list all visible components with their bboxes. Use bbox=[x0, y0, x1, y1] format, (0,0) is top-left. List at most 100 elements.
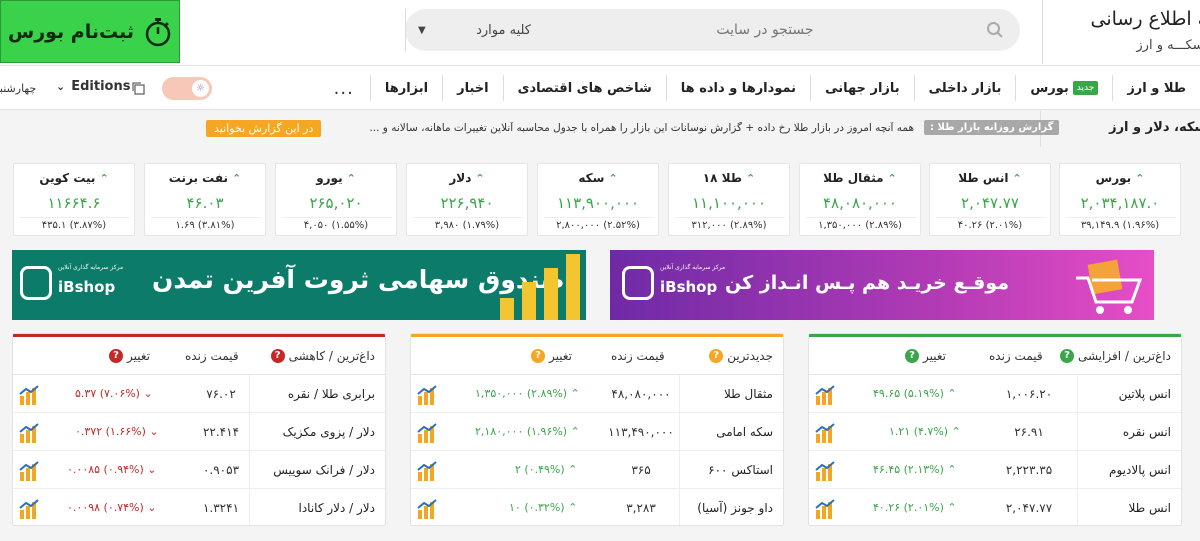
card-name: ⌃سکه bbox=[538, 171, 658, 185]
copy-icon[interactable] bbox=[131, 81, 145, 95]
market-card-brent-oil[interactable]: ⌃نفت برنت ۴۶.۰۳ ۱.۶۹ (۳.۸۱%) bbox=[144, 163, 266, 236]
nav-item-bourse[interactable]: بورس جدید bbox=[1015, 75, 1112, 101]
chart-icon[interactable] bbox=[18, 384, 40, 406]
table-title: داغ‌ترین / افزایشی ? bbox=[1059, 349, 1171, 363]
search-icon[interactable] bbox=[986, 21, 1004, 39]
nav-item-news[interactable]: اخبار bbox=[442, 75, 503, 101]
register-button-label: ثبت‌نام بورس bbox=[7, 20, 134, 43]
row-price: ۷۶.۰۲ bbox=[206, 387, 236, 401]
brand-title[interactable]: شبکه اطلاع رسانی bbox=[1070, 8, 1200, 30]
market-card-euro[interactable]: ⌃یورو ۲۶۵,۰۲۰ ۴,۰۵۰ (۱.۵۵%) bbox=[275, 163, 397, 236]
ticker-text[interactable]: همه آنچه امروز در بازار طلا رخ داده + گز… bbox=[334, 122, 914, 134]
nav-item-global-market[interactable]: بازار جهانی bbox=[810, 75, 914, 101]
bar-chart-graphic bbox=[500, 254, 580, 320]
nav-item-tools[interactable]: ابزارها bbox=[369, 75, 442, 101]
table-row[interactable]: انس طلا ۲,۰۴۷.۷۷ ۴۰.۲۶ (۲.۰۱%) ⌃ bbox=[809, 489, 1181, 525]
row-name: سکه امامی bbox=[679, 413, 783, 451]
nav-item-economic-indicators[interactable]: شاخص های اقتصادی bbox=[502, 75, 666, 101]
theme-toggle[interactable]: ☼ bbox=[162, 77, 212, 100]
chart-icon[interactable] bbox=[814, 384, 836, 406]
market-card-coin[interactable]: ⌃سکه ۱۱۳,۹۰۰,۰۰۰ ۲,۸۰۰,۰۰۰ (۲.۵۲%) bbox=[537, 163, 659, 236]
help-icon[interactable]: ? bbox=[709, 349, 724, 363]
nav-item-gold-currency[interactable]: طلا و ارز bbox=[1112, 75, 1200, 101]
card-change: ۳۱۲,۰۰۰ (۲.۸۹%) bbox=[691, 220, 767, 231]
chart-icon[interactable] bbox=[416, 384, 438, 406]
table-header: جدیدترین ? قیمت زنده تغییر ? bbox=[411, 337, 783, 375]
market-card-dollar[interactable]: ⌃دلار ۲۲۶,۹۴۰ ۳,۹۸۰ (۱.۷۹%) bbox=[406, 163, 528, 236]
chart-icon[interactable] bbox=[416, 460, 438, 482]
card-name: ⌃بورس bbox=[1060, 171, 1180, 185]
table-row[interactable]: دلار / دلار کانادا ۱.۳۲۴۱ ۰.۰۰۹۸ (۰.۷۴%)… bbox=[13, 489, 385, 525]
nav-item-domestic-market[interactable]: بازار داخلی bbox=[913, 75, 1016, 101]
chart-icon[interactable] bbox=[18, 498, 40, 520]
banner-tamadon-fund[interactable]: مرکز سرمایه گذاری آنلاین iBshop صندوق سه… bbox=[12, 250, 586, 320]
table-row[interactable]: داو جونز (آسیا) ۳,۲۸۳ ۱۰ (۰.۳۲%) ⌃ bbox=[411, 489, 783, 525]
help-icon[interactable]: ? bbox=[905, 349, 919, 363]
banner-ibshop-savings[interactable]: مرکز سرمایه گذاری آنلاین iBshop موقـع خر… bbox=[610, 250, 1154, 320]
table-row[interactable]: استاکس ۶۰۰ ۳۶۵ ۲ (۰.۴۹%) ⌃ bbox=[411, 451, 783, 489]
chart-icon[interactable] bbox=[416, 422, 438, 444]
table-row[interactable]: برابری طلا / نقره ۷۶.۰۲ ۵.۳۷ (۷.۰۶%) ⌄ bbox=[13, 375, 385, 413]
col-change-header: تغییر ? bbox=[531, 349, 572, 363]
ticker-read-more-link[interactable]: در این گزارش بخوانید bbox=[206, 120, 322, 137]
card-price: ۲,۰۴۷.۷۷ bbox=[961, 194, 1019, 212]
row-price: ۱,۰۰۶.۲۰ bbox=[1005, 387, 1053, 401]
search-filter-select[interactable]: کلیه موارد ▼ bbox=[405, 9, 543, 51]
chart-icon[interactable] bbox=[814, 422, 836, 444]
card-name: ⌃مثقال طلا bbox=[800, 171, 920, 185]
row-price: ۰.۹۰۵۳ bbox=[202, 463, 240, 477]
brand-divider bbox=[1042, 0, 1043, 64]
chart-icon[interactable] bbox=[814, 498, 836, 520]
nav-more-button[interactable]: ... bbox=[318, 78, 370, 99]
card-change: ۴,۰۵۰ (۱.۵۵%) bbox=[303, 220, 369, 231]
table-row[interactable]: دلار / فرانک سوییس ۰.۹۰۵۳ ۰.۰۰۸۵ (۰.۹۴%)… bbox=[13, 451, 385, 489]
nav-item-label: نمودارها و داده ها bbox=[680, 80, 797, 96]
card-change: ۴۰.۲۶ (۲.۰۱%) bbox=[957, 220, 1023, 231]
ibshop-logo-mark bbox=[20, 266, 52, 300]
arrow-down-icon: ⌄ bbox=[147, 463, 157, 476]
search-input[interactable] bbox=[555, 9, 975, 51]
chart-icon[interactable] bbox=[18, 460, 40, 482]
news-ticker: قیمت سکه، دلار و ارز گزارش روزانه بازار … bbox=[0, 111, 1200, 147]
row-change-text: ۱,۳۵۰,۰۰۰ (۲.۸۹%) bbox=[475, 387, 568, 400]
card-name-text: نفت برنت bbox=[168, 171, 228, 185]
market-card-bitcoin[interactable]: ⌃بیت کوین ۱۱۶۶۴.۶ ۴۳۵.۱ (۳.۸۷%) bbox=[13, 163, 135, 236]
row-change-text: ۰.۳۷۲ (۱.۶۶%) bbox=[75, 425, 146, 438]
chart-icon[interactable] bbox=[814, 460, 836, 482]
help-icon[interactable]: ? bbox=[531, 349, 545, 363]
market-card-gold-mesghal[interactable]: ⌃مثقال طلا ۴۸,۰۸۰,۰۰۰ ۱,۳۵۰,۰۰۰ (۲.۸۹%) bbox=[799, 163, 921, 236]
market-card-gold-18[interactable]: ⌃طلا ۱۸ ۱۱,۱۰۰,۰۰۰ ۳۱۲,۰۰۰ (۲.۸۹%) bbox=[668, 163, 790, 236]
table-losers: داغ‌ترین / کاهشی ? قیمت زنده تغییر ? برا… bbox=[12, 333, 386, 526]
help-icon[interactable]: ? bbox=[270, 349, 285, 363]
nav-item-label: بازار جهانی bbox=[825, 80, 900, 96]
card-price: ۱۱۳,۹۰۰,۰۰۰ bbox=[556, 194, 640, 212]
table-row[interactable]: سکه امامی ۱۱۳,۴۹۰,۰۰۰ ۲,۱۸۰,۰۰۰ (۱.۹۶%) … bbox=[411, 413, 783, 451]
table-gainers: داغ‌ترین / افزایشی ? قیمت زنده تغییر ? ا… bbox=[808, 333, 1182, 526]
market-card-gold-ounce[interactable]: ⌃انس طلا ۲,۰۴۷.۷۷ ۴۰.۲۶ (۲.۰۱%) bbox=[929, 163, 1051, 236]
market-card-bourse[interactable]: ⌃بورس ۲,۰۳۴,۱۸۷.۰ ۳۹,۱۴۹.۹ (۱.۹۶%) bbox=[1059, 163, 1181, 236]
help-icon[interactable]: ? bbox=[109, 349, 123, 363]
arrow-up-icon: ⌃ bbox=[746, 172, 756, 185]
chart-icon[interactable] bbox=[18, 422, 40, 444]
filter-label: کلیه موارد bbox=[476, 22, 531, 38]
help-icon[interactable]: ? bbox=[1059, 349, 1074, 363]
nav-item-charts-data[interactable]: نمودارها و داده ها bbox=[665, 75, 810, 101]
table-row[interactable]: انس نقره ۲۶.۹۱ ۱.۲۱ (۴.۷%) ⌃ bbox=[809, 413, 1181, 451]
card-divider bbox=[806, 217, 916, 218]
table-row[interactable]: مثقال طلا ۴۸,۰۸۰,۰۰۰ ۱,۳۵۰,۰۰۰ (۲.۸۹%) ⌃ bbox=[411, 375, 783, 413]
table-row[interactable]: انس پلاتین ۱,۰۰۶.۲۰ ۴۹.۶۵ (۵.۱۹%) ⌃ bbox=[809, 375, 1181, 413]
card-price: ۲۶۵,۰۲۰ bbox=[309, 194, 363, 212]
row-change-text: ۲ (۰.۴۹%) bbox=[515, 463, 565, 476]
nav-item-label: بازار داخلی bbox=[928, 80, 1002, 96]
chart-icon[interactable] bbox=[416, 498, 438, 520]
card-change: ۱.۶۹ (۳.۸۱%) bbox=[175, 220, 235, 231]
row-change-text: ۱۰ (۰.۳۲%) bbox=[509, 501, 565, 514]
card-price: ۴۸,۰۸۰,۰۰۰ bbox=[823, 194, 897, 212]
arrow-down-icon: ⌄ bbox=[147, 501, 157, 514]
row-change-text: ۲,۱۸۰,۰۰۰ (۱.۹۶%) bbox=[475, 425, 568, 438]
table-row[interactable]: دلار / پزوی مکزیک ۲۲.۴۱۴ ۰.۳۷۲ (۱.۶۶%) ⌄ bbox=[13, 413, 385, 451]
table-row[interactable]: انس پالادیوم ۲,۲۲۳.۳۵ ۴۶.۴۵ (۲.۱۳%) ⌃ bbox=[809, 451, 1181, 489]
editions-menu[interactable]: ⌄ Editions bbox=[56, 79, 130, 94]
register-bourse-button[interactable]: ثبت‌نام بورس bbox=[0, 0, 180, 63]
row-price: ۴۸,۰۸۰,۰۰۰ bbox=[611, 387, 671, 401]
